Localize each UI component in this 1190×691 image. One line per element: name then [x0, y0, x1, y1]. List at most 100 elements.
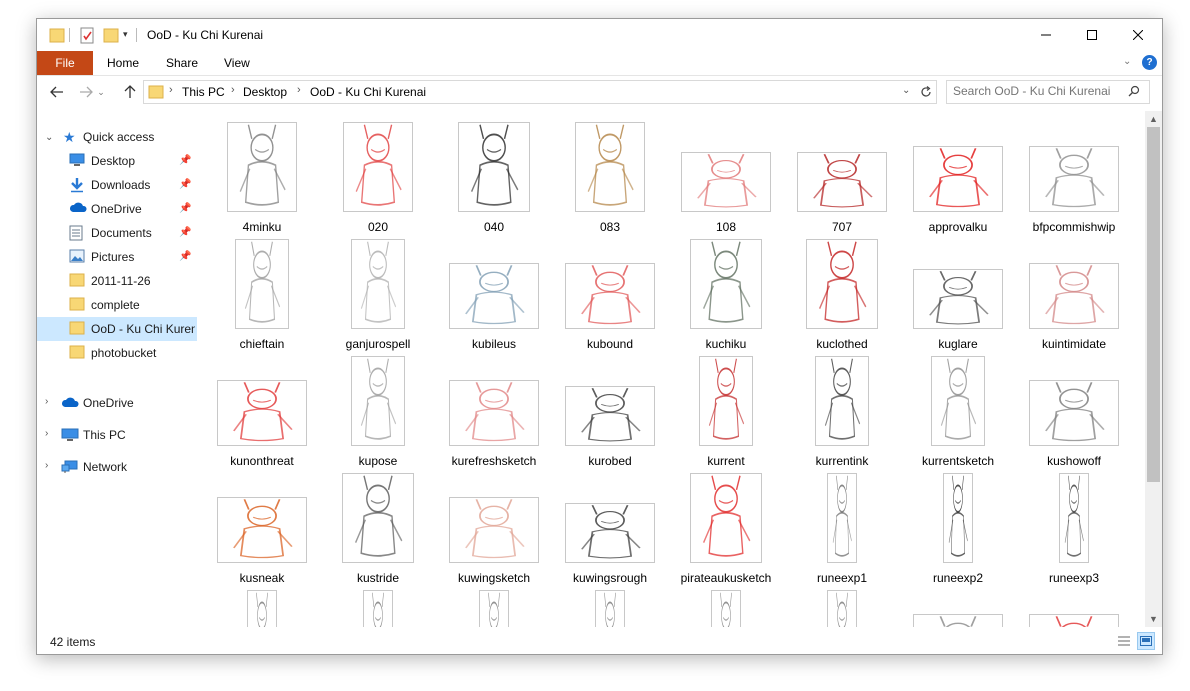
- image-thumbnail[interactable]: [479, 590, 509, 627]
- file-item[interactable]: runeexp2: [903, 471, 1013, 588]
- customize-toolbar-icon[interactable]: ▾: [123, 29, 128, 47]
- nav-item-photobucket[interactable]: photobucket: [37, 341, 197, 365]
- nav-item-onedrive[interactable]: OneDrive 📌: [37, 197, 197, 221]
- nav-item-downloads[interactable]: Downloads 📌: [37, 173, 197, 197]
- file-item[interactable]: 4minku: [207, 120, 317, 237]
- close-button[interactable]: [1115, 19, 1161, 51]
- pin-icon[interactable]: 📌: [179, 179, 191, 190]
- breadcrumb-desktop[interactable]: Desktop: [243, 85, 287, 99]
- image-thumbnail[interactable]: [913, 146, 1003, 212]
- pin-icon[interactable]: 📌: [179, 155, 191, 166]
- address-dropdown-icon[interactable]: ⌄: [902, 85, 910, 96]
- file-item[interactable]: runeexp3: [1019, 471, 1129, 588]
- scroll-up-icon[interactable]: ▲: [1145, 111, 1162, 127]
- nav-root-this-pc[interactable]: › This PC: [37, 423, 197, 447]
- new-folder-icon[interactable]: [103, 26, 119, 44]
- back-button[interactable]: [46, 81, 68, 103]
- forward-button[interactable]: [75, 81, 97, 103]
- image-thumbnail[interactable]: [565, 263, 655, 329]
- image-thumbnail[interactable]: [1059, 473, 1089, 563]
- file-item[interactable]: pirateaukusketch: [671, 471, 781, 588]
- file-item[interactable]: kunonthreat: [207, 354, 317, 471]
- file-item[interactable]: kurobed: [555, 354, 665, 471]
- address-bar[interactable]: › This PC › Desktop › OoD - Ku Chi Kuren…: [143, 80, 937, 104]
- image-thumbnail[interactable]: [797, 152, 887, 212]
- image-thumbnail[interactable]: [827, 590, 857, 627]
- file-item[interactable]: 707: [787, 120, 897, 237]
- file-item[interactable]: 083: [555, 120, 665, 237]
- search-icon[interactable]: [1128, 85, 1140, 100]
- file-item[interactable]: chieftain: [207, 237, 317, 354]
- image-thumbnail[interactable]: [1029, 380, 1119, 446]
- file-item[interactable]: runeexp1: [787, 471, 897, 588]
- image-thumbnail[interactable]: [806, 239, 878, 329]
- refresh-button[interactable]: [916, 80, 937, 104]
- file-item[interactable]: [903, 588, 1013, 627]
- breadcrumb-separator[interactable]: ›: [169, 84, 173, 96]
- file-item[interactable]: [787, 588, 897, 627]
- image-thumbnail[interactable]: [227, 122, 297, 212]
- minimize-button[interactable]: [1023, 19, 1069, 51]
- file-item[interactable]: kupose: [323, 354, 433, 471]
- file-item[interactable]: kubound: [555, 237, 665, 354]
- file-item[interactable]: [1019, 588, 1129, 627]
- tab-share[interactable]: Share: [166, 51, 198, 75]
- image-thumbnail[interactable]: [931, 356, 985, 446]
- image-thumbnail[interactable]: [342, 473, 414, 563]
- file-item[interactable]: kurrent: [671, 354, 781, 471]
- file-item[interactable]: 040: [439, 120, 549, 237]
- image-thumbnail[interactable]: [449, 497, 539, 563]
- chevron-right-icon[interactable]: ›: [45, 460, 48, 471]
- image-thumbnail[interactable]: [699, 356, 753, 446]
- tab-view[interactable]: View: [224, 51, 250, 75]
- large-icons-view-icon[interactable]: [1137, 632, 1155, 650]
- breadcrumb-separator[interactable]: ›: [297, 84, 301, 96]
- nav-quick-access[interactable]: ⌄ ★ Quick access: [37, 125, 197, 149]
- nav-item-pictures[interactable]: Pictures 📌: [37, 245, 197, 269]
- file-item[interactable]: kuintimidate: [1019, 237, 1129, 354]
- image-thumbnail[interactable]: [1029, 146, 1119, 212]
- image-thumbnail[interactable]: [217, 497, 307, 563]
- pin-icon[interactable]: 📌: [179, 251, 191, 262]
- image-thumbnail[interactable]: [1029, 614, 1119, 627]
- file-item[interactable]: kurrentink: [787, 354, 897, 471]
- nav-root-onedrive[interactable]: › OneDrive: [37, 391, 197, 415]
- file-item[interactable]: 108: [671, 120, 781, 237]
- recent-locations-button[interactable]: ⌄: [95, 81, 107, 103]
- image-thumbnail[interactable]: [595, 590, 625, 627]
- tab-home[interactable]: Home: [107, 51, 139, 75]
- expand-ribbon-icon[interactable]: ⌄: [1123, 56, 1131, 67]
- details-view-icon[interactable]: [1115, 632, 1133, 650]
- pin-icon[interactable]: 📌: [179, 227, 191, 238]
- chevron-right-icon[interactable]: ›: [45, 396, 48, 407]
- image-thumbnail[interactable]: [235, 239, 289, 329]
- image-thumbnail[interactable]: [351, 239, 405, 329]
- help-icon[interactable]: ?: [1142, 55, 1157, 70]
- image-thumbnail[interactable]: [247, 590, 277, 627]
- file-item[interactable]: [671, 588, 781, 627]
- file-item[interactable]: kustride: [323, 471, 433, 588]
- file-item[interactable]: kuwingsrough: [555, 471, 665, 588]
- file-item[interactable]: kurefreshsketch: [439, 354, 549, 471]
- nav-item-desktop[interactable]: Desktop 📌: [37, 149, 197, 173]
- image-thumbnail[interactable]: [458, 122, 530, 212]
- image-thumbnail[interactable]: [827, 473, 857, 563]
- file-item[interactable]: [323, 588, 433, 627]
- image-thumbnail[interactable]: [943, 473, 973, 563]
- image-thumbnail[interactable]: [565, 503, 655, 563]
- nav-item-documents[interactable]: Documents 📌: [37, 221, 197, 245]
- tab-file[interactable]: File: [37, 51, 93, 75]
- file-item[interactable]: bfpcommishwip: [1019, 120, 1129, 237]
- image-thumbnail[interactable]: [690, 239, 762, 329]
- image-thumbnail[interactable]: [575, 122, 645, 212]
- file-item[interactable]: [207, 588, 317, 627]
- chevron-right-icon[interactable]: ›: [45, 428, 48, 439]
- file-item[interactable]: 020: [323, 120, 433, 237]
- file-item[interactable]: ganjurospell: [323, 237, 433, 354]
- chevron-down-icon[interactable]: ⌄: [45, 132, 53, 143]
- file-item[interactable]: kuwingsketch: [439, 471, 549, 588]
- nav-root-network[interactable]: › Network: [37, 455, 197, 479]
- file-item[interactable]: kushowoff: [1019, 354, 1129, 471]
- image-thumbnail[interactable]: [351, 356, 405, 446]
- vertical-scrollbar[interactable]: ▲ ▼: [1145, 111, 1162, 627]
